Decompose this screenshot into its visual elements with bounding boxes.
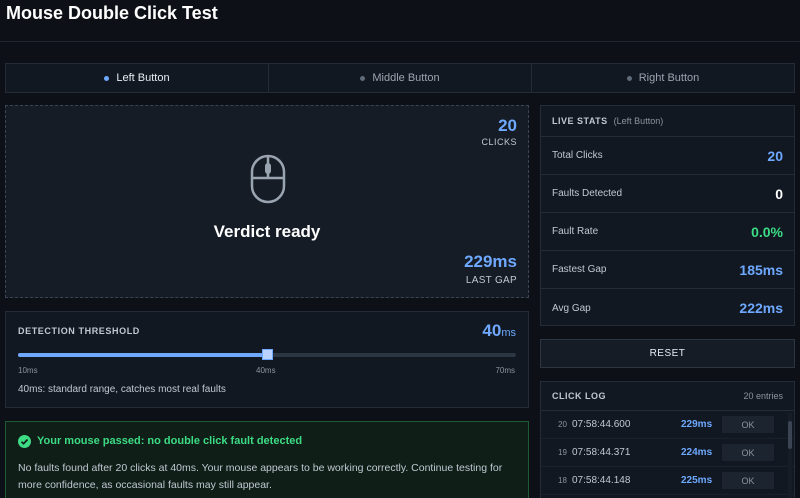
stat-value: 0 — [775, 185, 783, 202]
threshold-value: 40ms — [482, 321, 516, 341]
detection-threshold-panel: DETECTION THRESHOLD 40ms 10ms 40ms 70ms … — [5, 311, 529, 408]
stat-value: 222ms — [739, 300, 783, 316]
threshold-description: 40ms: standard range, catches most real … — [18, 384, 226, 395]
log-time: 07:58:44.600 — [572, 419, 631, 430]
stat-label: Fastest Gap — [552, 264, 607, 275]
tab-left-button[interactable]: Left Button — [6, 64, 269, 92]
stat-label: Fault Rate — [552, 226, 599, 237]
scrollbar-thumb[interactable] — [788, 421, 792, 449]
click-test-area[interactable]: 20 CLICKS Verdict ready 229ms LAST GAP — [5, 105, 529, 298]
log-gap: 224ms — [681, 447, 713, 458]
log-status-badge: OK — [722, 416, 774, 433]
stat-label: Total Clicks — [552, 150, 603, 161]
log-time: 07:58:44.148 — [572, 475, 631, 486]
threshold-unit: ms — [501, 327, 516, 339]
tab-label: Left Button — [116, 72, 170, 84]
stat-fault-rate: Fault Rate 0.0% — [541, 213, 794, 251]
log-index: 19 — [558, 448, 567, 457]
threshold-label: DETECTION THRESHOLD — [18, 326, 140, 336]
log-entry: 20 07:58:44.600 229ms OK — [541, 411, 794, 439]
button-tabs: Left Button Middle Button Right Button — [5, 63, 795, 93]
stat-faults-detected: Faults Detected 0 — [541, 175, 794, 213]
stat-label: Faults Detected — [552, 188, 623, 199]
result-body: No faults found after 20 clicks at 40ms.… — [18, 462, 503, 491]
stats-header: LIVE STATS (Left Button) — [541, 106, 794, 137]
log-entry-count: 20 entries — [743, 391, 783, 401]
tab-right-button[interactable]: Right Button — [532, 64, 794, 92]
click-count-label: CLICKS — [481, 137, 517, 147]
live-stats-panel: LIVE STATS (Left Button) Total Clicks 20… — [540, 105, 795, 326]
mouse-icon — [250, 154, 286, 209]
result-headline: Your mouse passed: no double click fault… — [37, 435, 303, 447]
last-gap-value: 229ms — [464, 252, 517, 271]
log-gap: 225ms — [681, 475, 713, 486]
slider-mid-label: 40ms — [256, 366, 276, 375]
slider-handle[interactable] — [262, 349, 273, 360]
slider-fill — [18, 353, 267, 357]
tab-label: Right Button — [638, 72, 700, 84]
slider-min-label: 10ms — [18, 366, 38, 375]
log-header: CLICK LOG 20 entries — [541, 382, 794, 411]
log-index: 20 — [558, 420, 567, 429]
threshold-number: 40 — [482, 321, 502, 340]
stats-title: LIVE STATS — [552, 116, 608, 126]
threshold-slider[interactable] — [18, 349, 516, 360]
check-circle-icon — [18, 435, 31, 453]
slider-max-label: 70ms — [495, 366, 515, 375]
log-entry: 19 07:58:44.371 224ms OK — [541, 439, 794, 467]
dot-icon — [626, 75, 632, 81]
click-count: 20 — [498, 116, 517, 135]
stat-label: Avg Gap — [552, 302, 591, 314]
stat-value: 20 — [767, 147, 783, 164]
active-dot-icon — [104, 75, 110, 81]
page-title: Mouse Double Click Test — [6, 3, 218, 23]
dot-icon — [360, 75, 366, 81]
reset-button[interactable]: RESET — [540, 339, 795, 368]
log-scrollbar[interactable] — [788, 413, 792, 498]
stat-avg-gap: Avg Gap 222ms — [541, 289, 794, 327]
log-entry: 18 07:58:44.148 225ms OK — [541, 467, 794, 495]
click-log-panel: CLICK LOG 20 entries 20 07:58:44.600 229… — [540, 381, 795, 498]
last-gap-label: LAST GAP — [465, 275, 517, 286]
log-time: 07:58:44.371 — [572, 447, 631, 458]
log-status-badge: OK — [722, 472, 774, 489]
result-banner: Your mouse passed: no double click fault… — [5, 421, 529, 498]
stat-fastest-gap: Fastest Gap 185ms — [541, 251, 794, 289]
stats-subtitle: (Left Button) — [613, 116, 664, 126]
log-title: CLICK LOG — [552, 391, 606, 401]
log-index: 18 — [558, 476, 567, 485]
stat-value: 0.0% — [751, 223, 783, 240]
title-divider — [0, 41, 800, 42]
stat-value: 185ms — [739, 261, 783, 278]
stat-total-clicks: Total Clicks 20 — [541, 137, 794, 175]
tab-label: Middle Button — [372, 72, 440, 84]
tab-middle-button[interactable]: Middle Button — [269, 64, 532, 92]
log-status-badge: OK — [722, 444, 774, 461]
log-gap: 229ms — [681, 419, 713, 430]
verdict-text: Verdict ready — [213, 222, 321, 241]
